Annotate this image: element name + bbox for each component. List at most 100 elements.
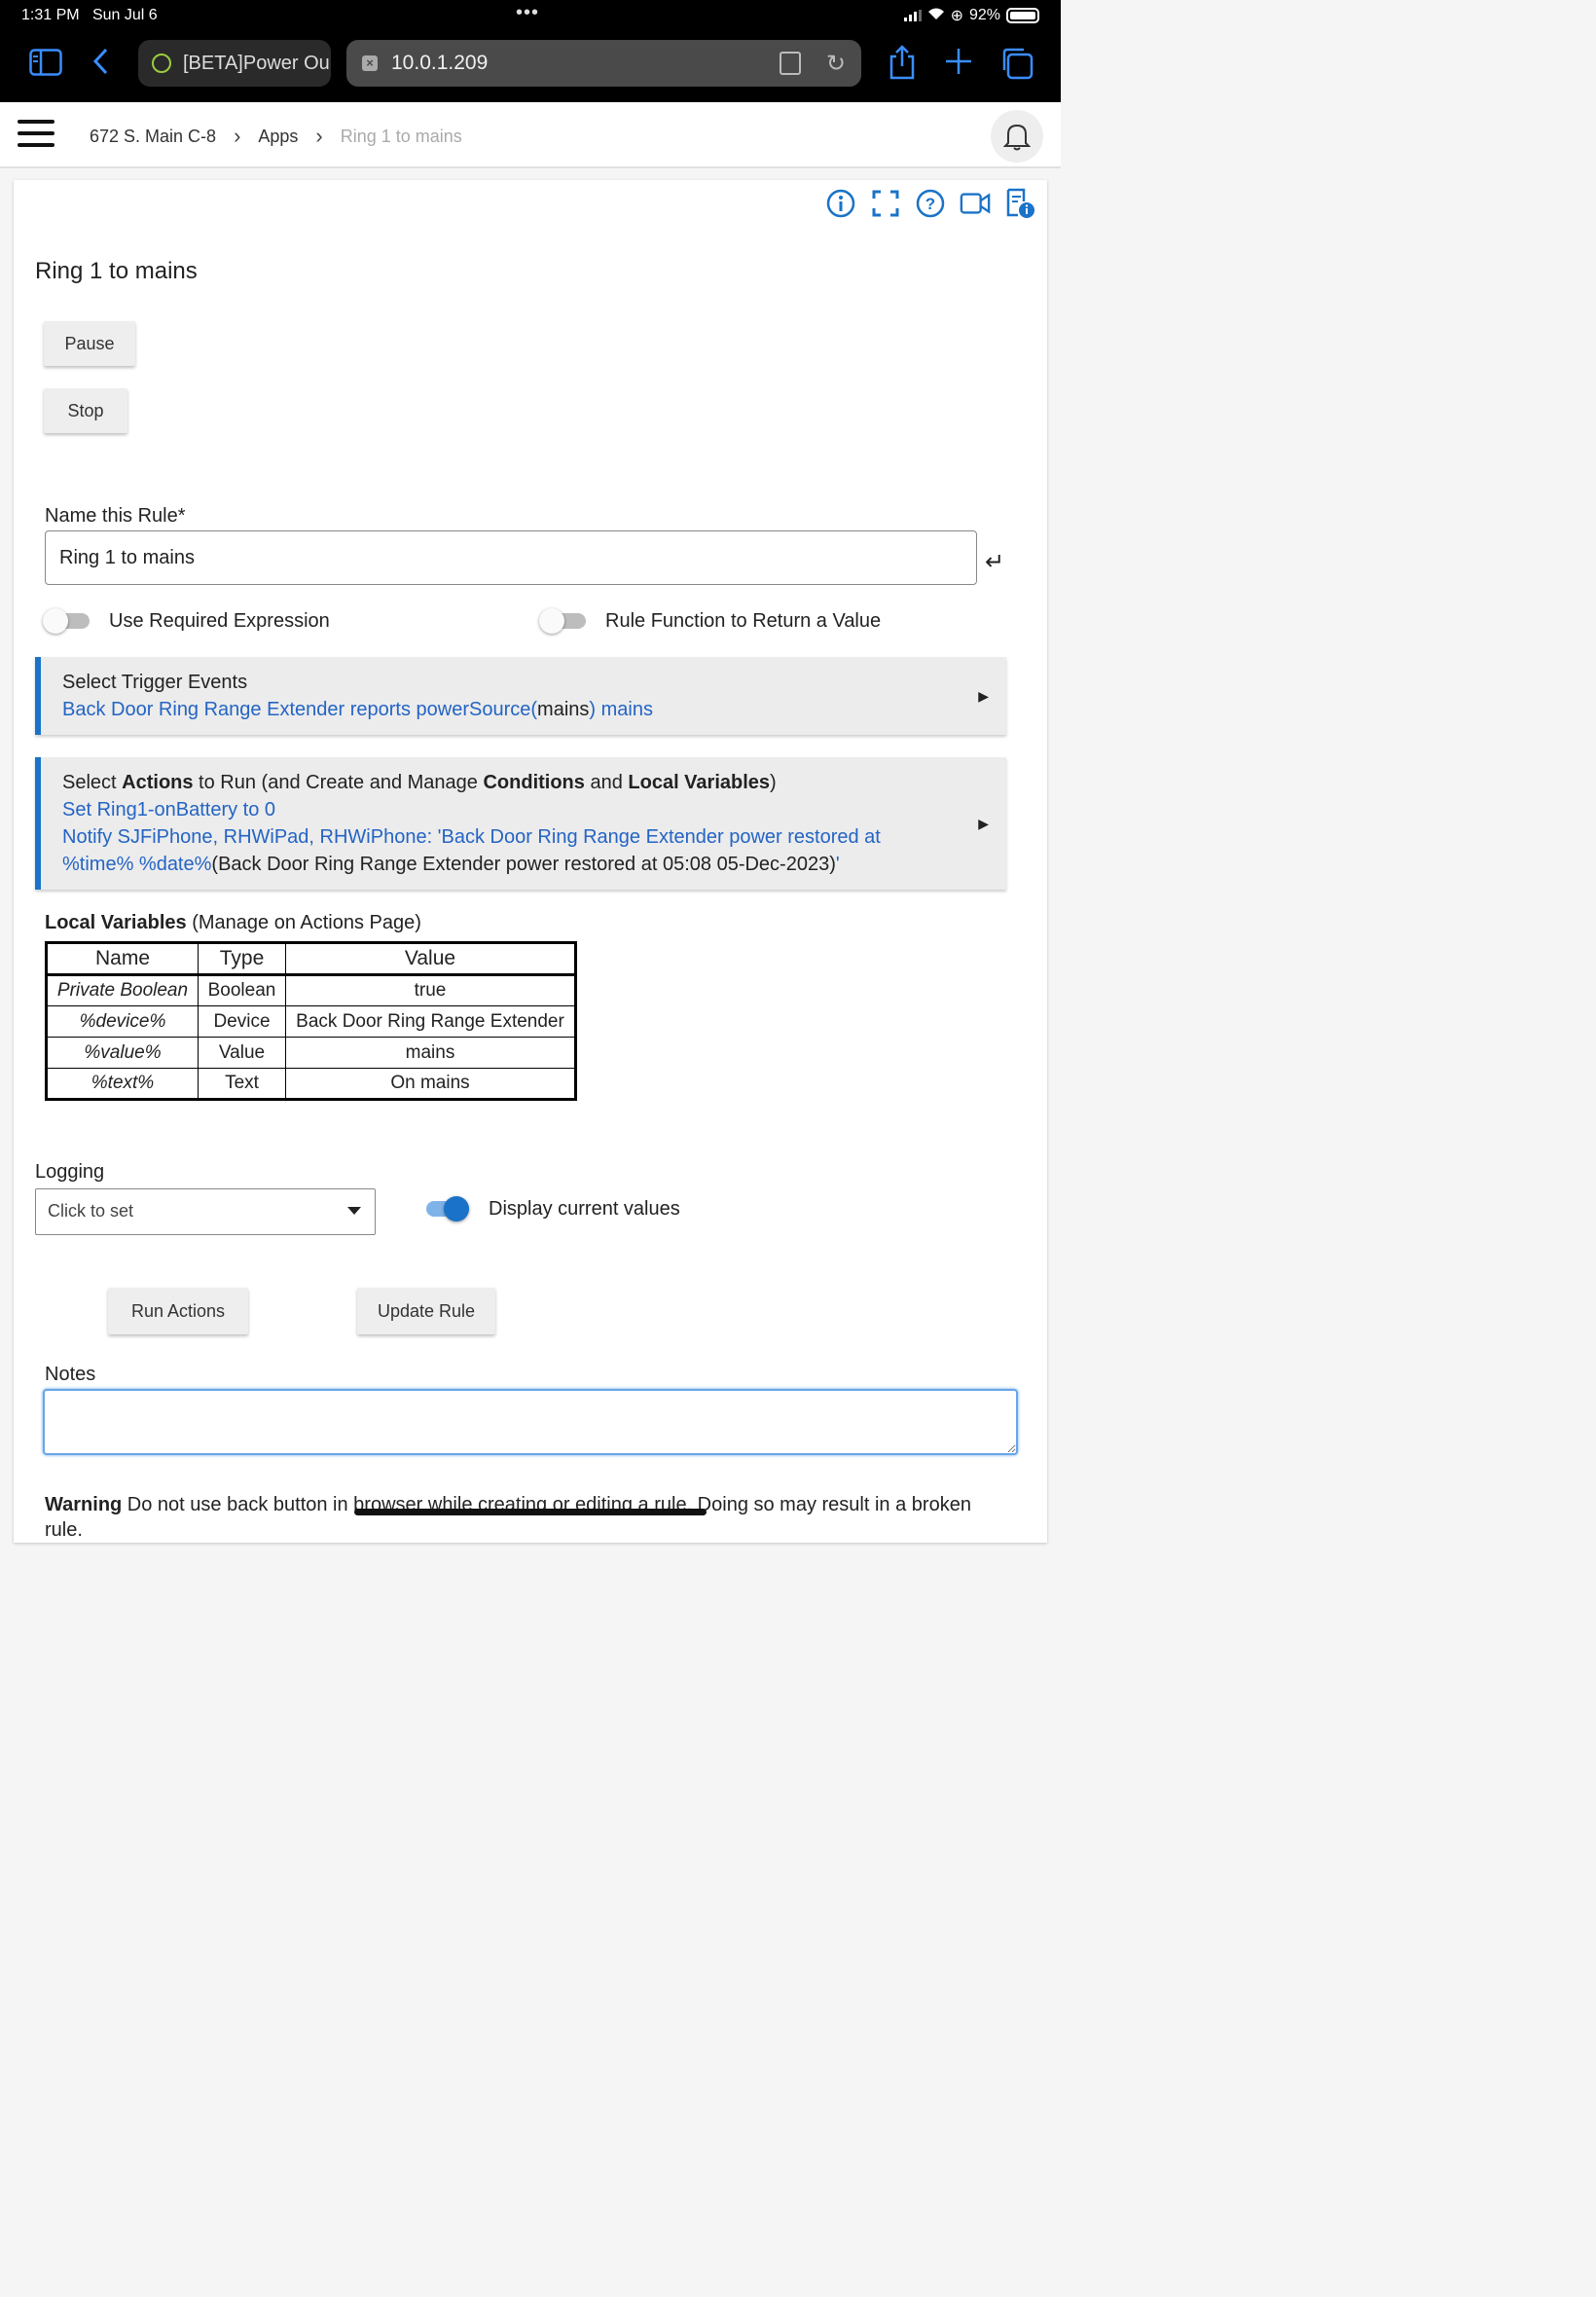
local-variables-title: Local Variables (Manage on Actions Page) [45,912,421,934]
breadcrumb-current: Ring 1 to mains [340,126,462,146]
table-cell: %text% [46,1068,199,1100]
enter-icon[interactable]: ↵ [985,548,1004,576]
rule-function-toggle-row: Rule Function to Return a Value [539,608,881,634]
status-clock: 1:31 PM [21,7,80,23]
table-cell: mains [285,1037,576,1069]
rule-function-label: Rule Function to Return a Value [605,609,882,632]
url-text: 10.0.1.209 [391,52,489,74]
svg-text:?: ? [925,195,935,213]
stop-button[interactable]: Stop [44,388,127,433]
table-cell: On mains [285,1068,576,1100]
cellular-icon [903,10,922,21]
sidebar-icon[interactable] [29,49,62,84]
actions-section[interactable]: Select Actions to Run (and Create and Ma… [35,757,1006,890]
local-variables-heading: Local Variables [45,912,187,933]
breadcrumb-hub[interactable]: 672 S. Main C-8 [90,127,216,147]
table-cell: Boolean [198,974,286,1006]
local-variables-table: Name Type Value Private Boolean Boolean … [45,941,577,1101]
action-value: (Back Door Ring Range Extender power res… [211,854,836,875]
table-cell: %value% [46,1037,199,1069]
browser-chrome: 1:31 PM Sun Jul 6 ••• ⊕ 92% [BETA]Power … [0,0,1061,102]
actions-title: Select Actions to Run (and Create and Ma… [62,769,985,796]
app-header: 672 S. Main C-8 › Apps › Ring 1 to mains [0,102,1061,168]
breadcrumb: 672 S. Main C-8 › Apps › Ring 1 to mains [90,124,462,149]
close-tab-icon[interactable]: × [362,55,378,71]
actions-title-part: Select [62,772,123,793]
actions-title-part: Conditions [483,772,585,793]
actions-title-part: Actions [122,772,194,793]
trigger-events-summary: Back Door Ring Range Extender reports po… [62,696,985,723]
trigger-value: mains [537,699,590,720]
expand-arrow-icon: ▶ [978,816,989,831]
status-indicators: ⊕ 92% [903,6,1039,25]
update-rule-button[interactable]: Update Rule [357,1288,495,1334]
action-line: Notify SJFiPhone, RHWiPad, RHWiPhone: 'B… [62,826,881,848]
trigger-events-section[interactable]: Select Trigger Events Back Door Ring Ran… [35,657,1006,735]
warning-message: Do not use back button in browser while … [45,1494,971,1541]
notifications-bell-icon[interactable] [991,110,1043,163]
share-icon[interactable] [888,45,917,88]
info-icon[interactable] [825,188,856,219]
table-header-row: Name Type Value [46,942,576,976]
battery-icon [1006,8,1039,23]
trigger-text-end: ) mains [589,699,653,720]
reader-icon[interactable] [780,52,801,75]
pause-button[interactable]: Pause [44,321,135,366]
rule-card: ? Ring 1 to mains Pause Stop Name this R… [14,180,1047,1543]
column-header: Type [198,942,286,976]
notes-label: Notes [45,1364,96,1385]
logging-select[interactable]: Click to set [35,1188,376,1235]
actions-title-part: to Run (and Create and Manage [193,772,484,793]
table-cell: Private Boolean [46,974,199,1006]
multitask-dots-icon[interactable]: ••• [516,2,539,24]
video-icon[interactable] [960,188,991,219]
run-actions-button[interactable]: Run Actions [108,1288,248,1334]
warning-text: Warning Do not use back button in browse… [45,1492,1008,1543]
required-expression-label: Use Required Expression [109,609,330,632]
tool-icons: ? [825,188,1035,219]
tab-power-outage[interactable]: [BETA]Power Ou [138,40,331,87]
action-text-end: ' [835,854,840,875]
column-header: Value [285,942,576,976]
fullscreen-icon[interactable] [870,188,901,219]
logging-label: Logging [35,1161,105,1183]
app-status-icon[interactable] [1004,188,1035,219]
table-row: %value% Value mains [46,1037,576,1069]
trigger-events-title: Select Trigger Events [62,672,248,693]
logging-select-value: Click to set [48,1201,134,1221]
notes-textarea[interactable] [43,1389,1018,1455]
table-cell: Back Door Ring Range Extender [285,1005,576,1038]
chevron-down-icon [347,1207,361,1215]
page-title: Ring 1 to mains [35,258,198,284]
action-line: %time% %date%(Back Door Ring Range Exten… [62,851,985,878]
display-current-values-toggle[interactable] [422,1196,469,1221]
trigger-text: Back Door Ring Range Extender reports po… [62,699,538,720]
table-row: Private Boolean Boolean true [46,974,576,1006]
rule-name-label: Name this Rule* [45,505,186,527]
rule-name-input[interactable] [45,530,977,585]
tab-title: [BETA]Power Ou [183,52,330,74]
action-text: %time% %date% [62,854,212,875]
display-values-toggle-row: Display current values [422,1196,680,1221]
local-variables-note: (Manage on Actions Page) [186,912,421,933]
table-row: %text% Text On mains [46,1068,576,1100]
address-bar[interactable]: × 10.0.1.209 ↻ [346,40,861,87]
help-icon[interactable]: ? [915,188,946,219]
new-tab-icon[interactable] [944,47,973,84]
chevron-right-icon: › [315,124,323,148]
table-row: %device% Device Back Door Ring Range Ext… [46,1005,576,1038]
rule-function-toggle[interactable] [539,608,586,634]
table-cell: Text [198,1068,286,1100]
required-expression-toggle[interactable] [43,608,90,634]
table-cell: true [285,974,576,1006]
tab-overview-icon[interactable] [1000,47,1034,88]
home-indicator [354,1509,707,1515]
menu-icon[interactable] [18,120,54,147]
back-icon[interactable] [91,47,109,84]
column-header: Name [46,942,199,976]
actions-title-part: and [584,772,629,793]
reload-icon[interactable]: ↻ [826,50,846,78]
breadcrumb-apps[interactable]: Apps [258,127,298,147]
wifi-icon [927,7,945,25]
table-cell: %device% [46,1005,199,1038]
